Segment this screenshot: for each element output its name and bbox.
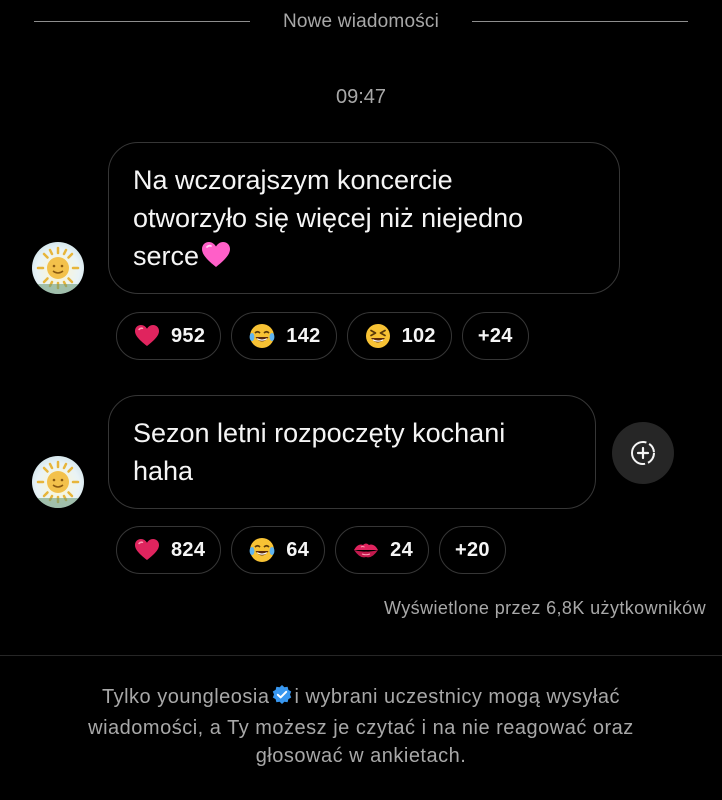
reaction-count: 824 bbox=[171, 538, 206, 561]
message-text-line: Na wczorajszym koncercie bbox=[133, 165, 453, 195]
sun-avatar-icon bbox=[32, 460, 84, 508]
message-bubble[interactable]: Na wczorajszym koncercie otworzyło się w… bbox=[108, 142, 620, 294]
red-heart-icon bbox=[133, 322, 161, 350]
sun-avatar-icon bbox=[32, 246, 84, 294]
seen-by-count[interactable]: Wyświetlone przez 6,8K użytkowników bbox=[384, 598, 706, 619]
message-text-line: otworzyło się więcej niż niejedno bbox=[133, 203, 524, 233]
more-reactions-button[interactable]: +20 bbox=[439, 526, 506, 574]
channel-permissions-notice: Tylko youngleosia i wybrani uczestnicy mo… bbox=[20, 683, 702, 770]
new-messages-label: Nowe wiadomości bbox=[282, 11, 440, 32]
new-messages-divider: Nowe wiadomości bbox=[0, 8, 722, 36]
reaction-laugh[interactable]: 142 bbox=[231, 312, 337, 360]
reaction-count: 64 bbox=[286, 538, 310, 561]
tears-of-joy-icon bbox=[248, 536, 276, 564]
reaction-laugh[interactable]: 64 bbox=[231, 526, 326, 574]
notice-text: i wybrani uczestnicy mogą wysyłać bbox=[294, 686, 620, 708]
reaction-count: 952 bbox=[171, 324, 206, 347]
message-text-line: Sezon letni rozpoczęty kochani bbox=[133, 418, 506, 448]
sender-avatar[interactable] bbox=[32, 242, 84, 294]
message-text-line: haha bbox=[133, 456, 194, 486]
broadcast-channel-view: Nowe wiadomości 09:47 Na wczorajszym kon… bbox=[0, 0, 722, 800]
red-heart-icon bbox=[133, 536, 161, 564]
reaction-squint[interactable]: 102 bbox=[346, 312, 452, 360]
more-reactions-count: +20 bbox=[455, 538, 490, 561]
add-reaction-icon bbox=[631, 441, 655, 465]
grinning-squinting-icon bbox=[364, 322, 392, 350]
notice-line: Tylko youngleosia i wybrani uczestnicy mo… bbox=[20, 683, 702, 714]
reaction-count: 102 bbox=[401, 324, 436, 347]
divider-line-right bbox=[472, 21, 688, 22]
tears-of-joy-icon bbox=[248, 322, 276, 350]
notice-line: wiadomości, a Ty możesz je czytać i na n… bbox=[88, 717, 634, 739]
more-reactions-button[interactable]: +24 bbox=[461, 312, 529, 360]
sender-avatar[interactable] bbox=[32, 456, 84, 508]
add-reaction-button[interactable] bbox=[612, 422, 674, 484]
divider-line-left bbox=[34, 21, 250, 22]
more-reactions-count: +24 bbox=[477, 324, 513, 347]
reaction-bar: 952 142 102 +24 bbox=[116, 312, 529, 360]
kiss-mark-icon bbox=[352, 536, 380, 564]
reaction-count: 142 bbox=[286, 324, 321, 347]
message-bubble[interactable]: Sezon letni rozpoczęty kochani haha bbox=[108, 395, 596, 509]
notice-line: głosować w ankietach. bbox=[255, 745, 467, 767]
notice-username-text: Tylko youngleosia bbox=[102, 686, 270, 708]
verified-badge-icon bbox=[271, 684, 293, 714]
reaction-kiss[interactable]: 24 bbox=[335, 526, 429, 574]
reaction-heart[interactable]: 824 bbox=[116, 526, 222, 574]
footer-divider bbox=[0, 655, 722, 656]
reaction-count: 24 bbox=[390, 538, 413, 561]
message-timestamp: 09:47 bbox=[335, 86, 387, 108]
message-text-line: serce bbox=[133, 241, 200, 271]
pink-heart-icon bbox=[201, 241, 231, 279]
reaction-bar: 824 64 24 +20 bbox=[116, 526, 506, 574]
reaction-heart[interactable]: 952 bbox=[116, 312, 222, 360]
